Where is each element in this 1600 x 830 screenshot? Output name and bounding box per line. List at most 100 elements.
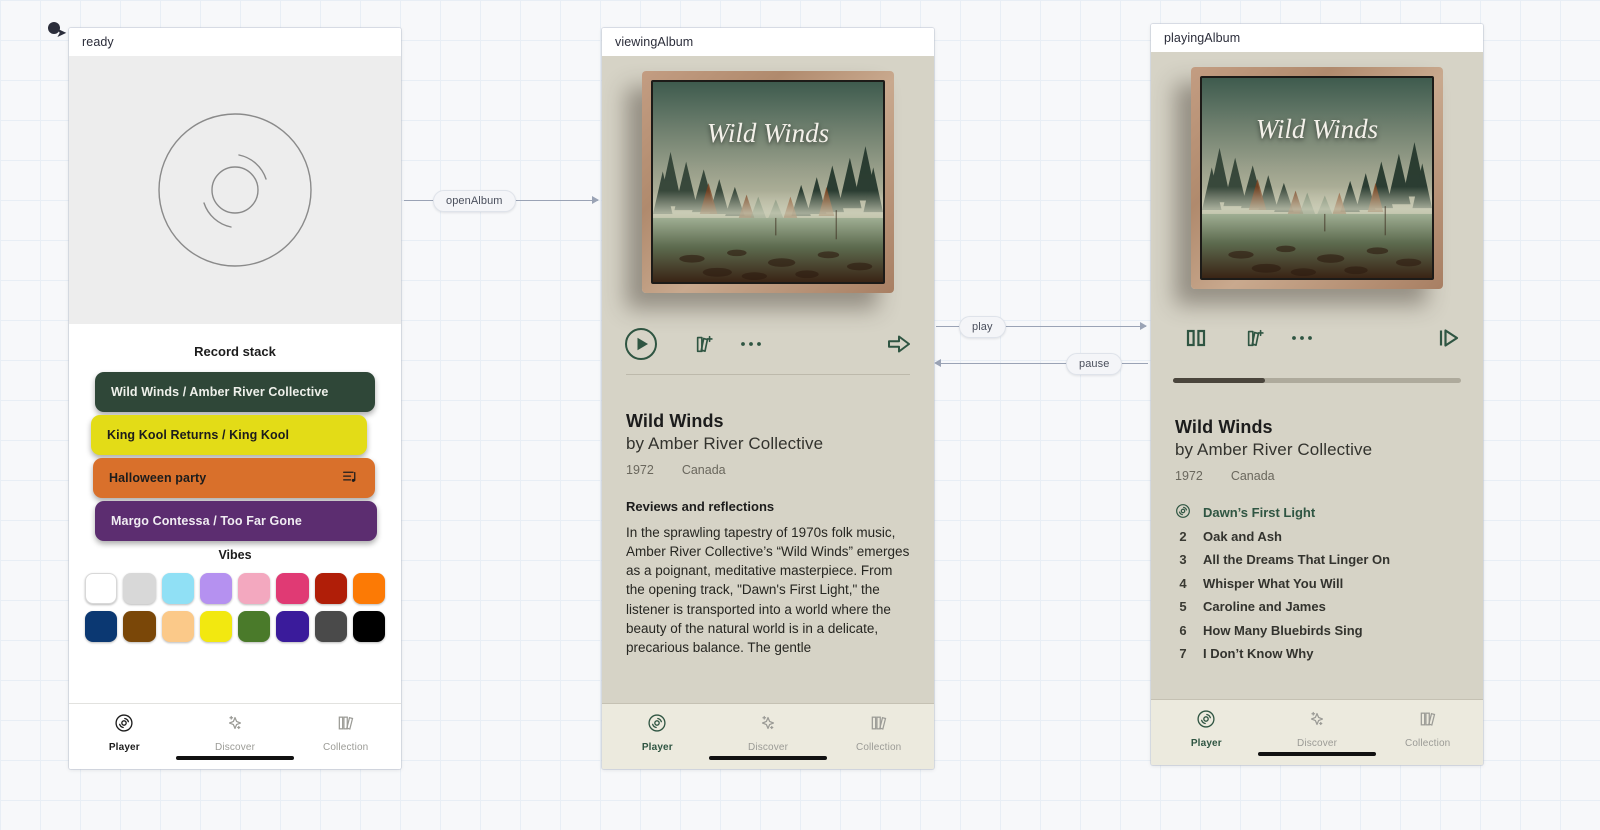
vibe-swatch-0[interactable] [85,573,118,604]
track-row[interactable]: 7 I Don’t Know Why [1175,642,1459,666]
vibe-swatch-7[interactable] [352,573,385,604]
vibe-swatch-10[interactable] [161,611,194,642]
album-art-area: Wild Winds [602,56,934,308]
vibe-swatch-12[interactable] [238,611,271,642]
track-row[interactable]: Dawn’s First Light [1175,501,1459,525]
vibe-swatch-5[interactable] [276,573,309,604]
album-cover: Wild Winds [1200,76,1434,280]
ellipsis-icon[interactable] [1291,334,1313,342]
album-meta: Wild Winds by Amber River Collective 197… [1151,417,1483,483]
flow-canvas: ➤ openAlbum play pause ready Record stac… [0,0,1600,830]
home-indicator [176,756,294,760]
playback-controls [1151,304,1483,362]
vibe-swatch-11[interactable] [199,611,232,642]
node-viewing-album[interactable]: viewingAlbum Wild Winds Wild Winds by Am… [602,28,934,769]
pause-icon[interactable] [1183,325,1209,351]
album-sleeve[interactable]: Wild Winds [642,71,894,293]
track-row[interactable]: 4 Whisper What You Will [1175,572,1459,596]
screen-playing-album: Wild Winds Wild Winds by Amber River Col… [1151,52,1483,765]
node-ready[interactable]: ready Record stack Wild Winds / Amber Ri… [69,28,401,769]
cover-artwork-image [1202,78,1432,278]
record-item-3[interactable]: Margo Contessa / Too Far Gone [95,501,377,541]
record-item-0[interactable]: Wild Winds / Amber River Collective [95,372,375,412]
cover-title: Wild Winds [706,118,830,148]
track-row[interactable]: 5 Caroline and James [1175,595,1459,619]
vibe-swatch-2[interactable] [161,573,194,604]
tab-collection[interactable]: Collection [1372,709,1483,765]
vibe-swatch-15[interactable] [352,611,385,642]
record-item-2[interactable]: Halloween party [93,458,375,498]
sparkle-icon [758,713,778,738]
tab-label: Collection [1404,738,1451,749]
tab-player[interactable]: Player [69,713,180,769]
tab-discover[interactable]: Discover [1262,709,1373,765]
edge-label-play[interactable]: play [959,316,1006,338]
edge-pause-arrowhead [934,359,941,367]
record-item-label: Margo Contessa / Too Far Gone [111,514,302,528]
album-year: 1972 [1175,469,1203,483]
vibe-swatch-3[interactable] [199,573,232,604]
track-row[interactable]: 3 All the Dreams That Linger On [1175,548,1459,572]
record-icon [1196,709,1216,734]
start-state-arrow: ➤ [56,25,67,40]
vibe-swatch-13[interactable] [276,611,309,642]
tab-label: Collection [855,742,902,753]
reviews-section: Reviews and reflections In the sprawling… [602,499,934,657]
books-icon [869,713,889,738]
record-icon [647,713,667,738]
screen-viewing-album: Wild Winds Wild Winds by Amber River Col… [602,56,934,769]
album-year: 1972 [626,463,654,477]
album-artist: by Amber River Collective [1175,440,1373,459]
vibe-swatch-6[interactable] [314,573,347,604]
album-sleeve[interactable]: Wild Winds [1191,67,1443,289]
home-indicator [1258,752,1376,756]
track-name: Oak and Ash [1203,528,1282,544]
vibe-swatch-14[interactable] [314,611,347,642]
screen-ready: Record stack Wild Winds / Amber River Co… [69,56,401,769]
album-country: Canada [681,463,726,477]
record-icon [114,713,134,738]
record-item-label: King Kool Returns / King Kool [107,428,290,442]
vibe-swatch-1[interactable] [123,573,156,604]
vibe-swatch-4[interactable] [238,573,271,604]
track-name: Whisper What You Will [1203,575,1344,591]
sparkle-icon [225,713,245,738]
track-number: 2 [1179,528,1187,544]
book-plus-icon[interactable] [1245,327,1267,349]
vibes-title: Vibes [218,548,252,562]
album-meta-row: 1972 Canada [1175,469,1459,483]
album-art-area: Wild Winds [1151,52,1483,304]
book-plus-icon[interactable] [694,333,716,355]
track-row[interactable]: 2 Oak and Ash [1175,525,1459,549]
ellipsis-icon[interactable] [740,340,762,348]
skip-next-icon[interactable] [1435,325,1461,351]
edge-open-album-arrowhead [592,196,599,204]
tab-discover[interactable]: Discover [713,713,824,769]
tab-collection[interactable]: Collection [290,713,401,769]
playback-progress-bar[interactable] [1173,378,1461,383]
vibe-swatch-8[interactable] [85,611,118,642]
tab-discover[interactable]: Discover [180,713,291,769]
track-number: 7 [1179,646,1187,662]
play-circle-icon[interactable] [624,327,658,361]
track-number: 3 [1179,552,1187,568]
track-name: I Don’t Know Why [1203,646,1314,662]
node-playing-album[interactable]: playingAlbum Wild Winds Wild Winds by Am… [1151,24,1483,765]
track-name: How Many Bluebirds Sing [1203,622,1363,638]
edge-label-pause[interactable]: pause [1066,353,1123,375]
tab-player[interactable]: Player [602,713,713,769]
edge-label-open-album[interactable]: openAlbum [433,190,516,212]
track-number: 6 [1179,622,1187,638]
tab-collection[interactable]: Collection [823,713,934,769]
arrow-right-icon[interactable] [886,331,912,357]
track-row[interactable]: 6 How Many Bluebirds Sing [1175,619,1459,643]
node-title-playing-album: playingAlbum [1151,24,1483,52]
playlist-icon[interactable] [342,468,359,488]
controls-divider [626,374,910,375]
tab-label: Player [1190,738,1222,749]
vibe-swatch-9[interactable] [123,611,156,642]
now-playing-icon [1175,503,1191,522]
tab-player[interactable]: Player [1151,709,1262,765]
empty-record-art [69,56,401,324]
record-item-1[interactable]: King Kool Returns / King Kool [91,415,367,455]
